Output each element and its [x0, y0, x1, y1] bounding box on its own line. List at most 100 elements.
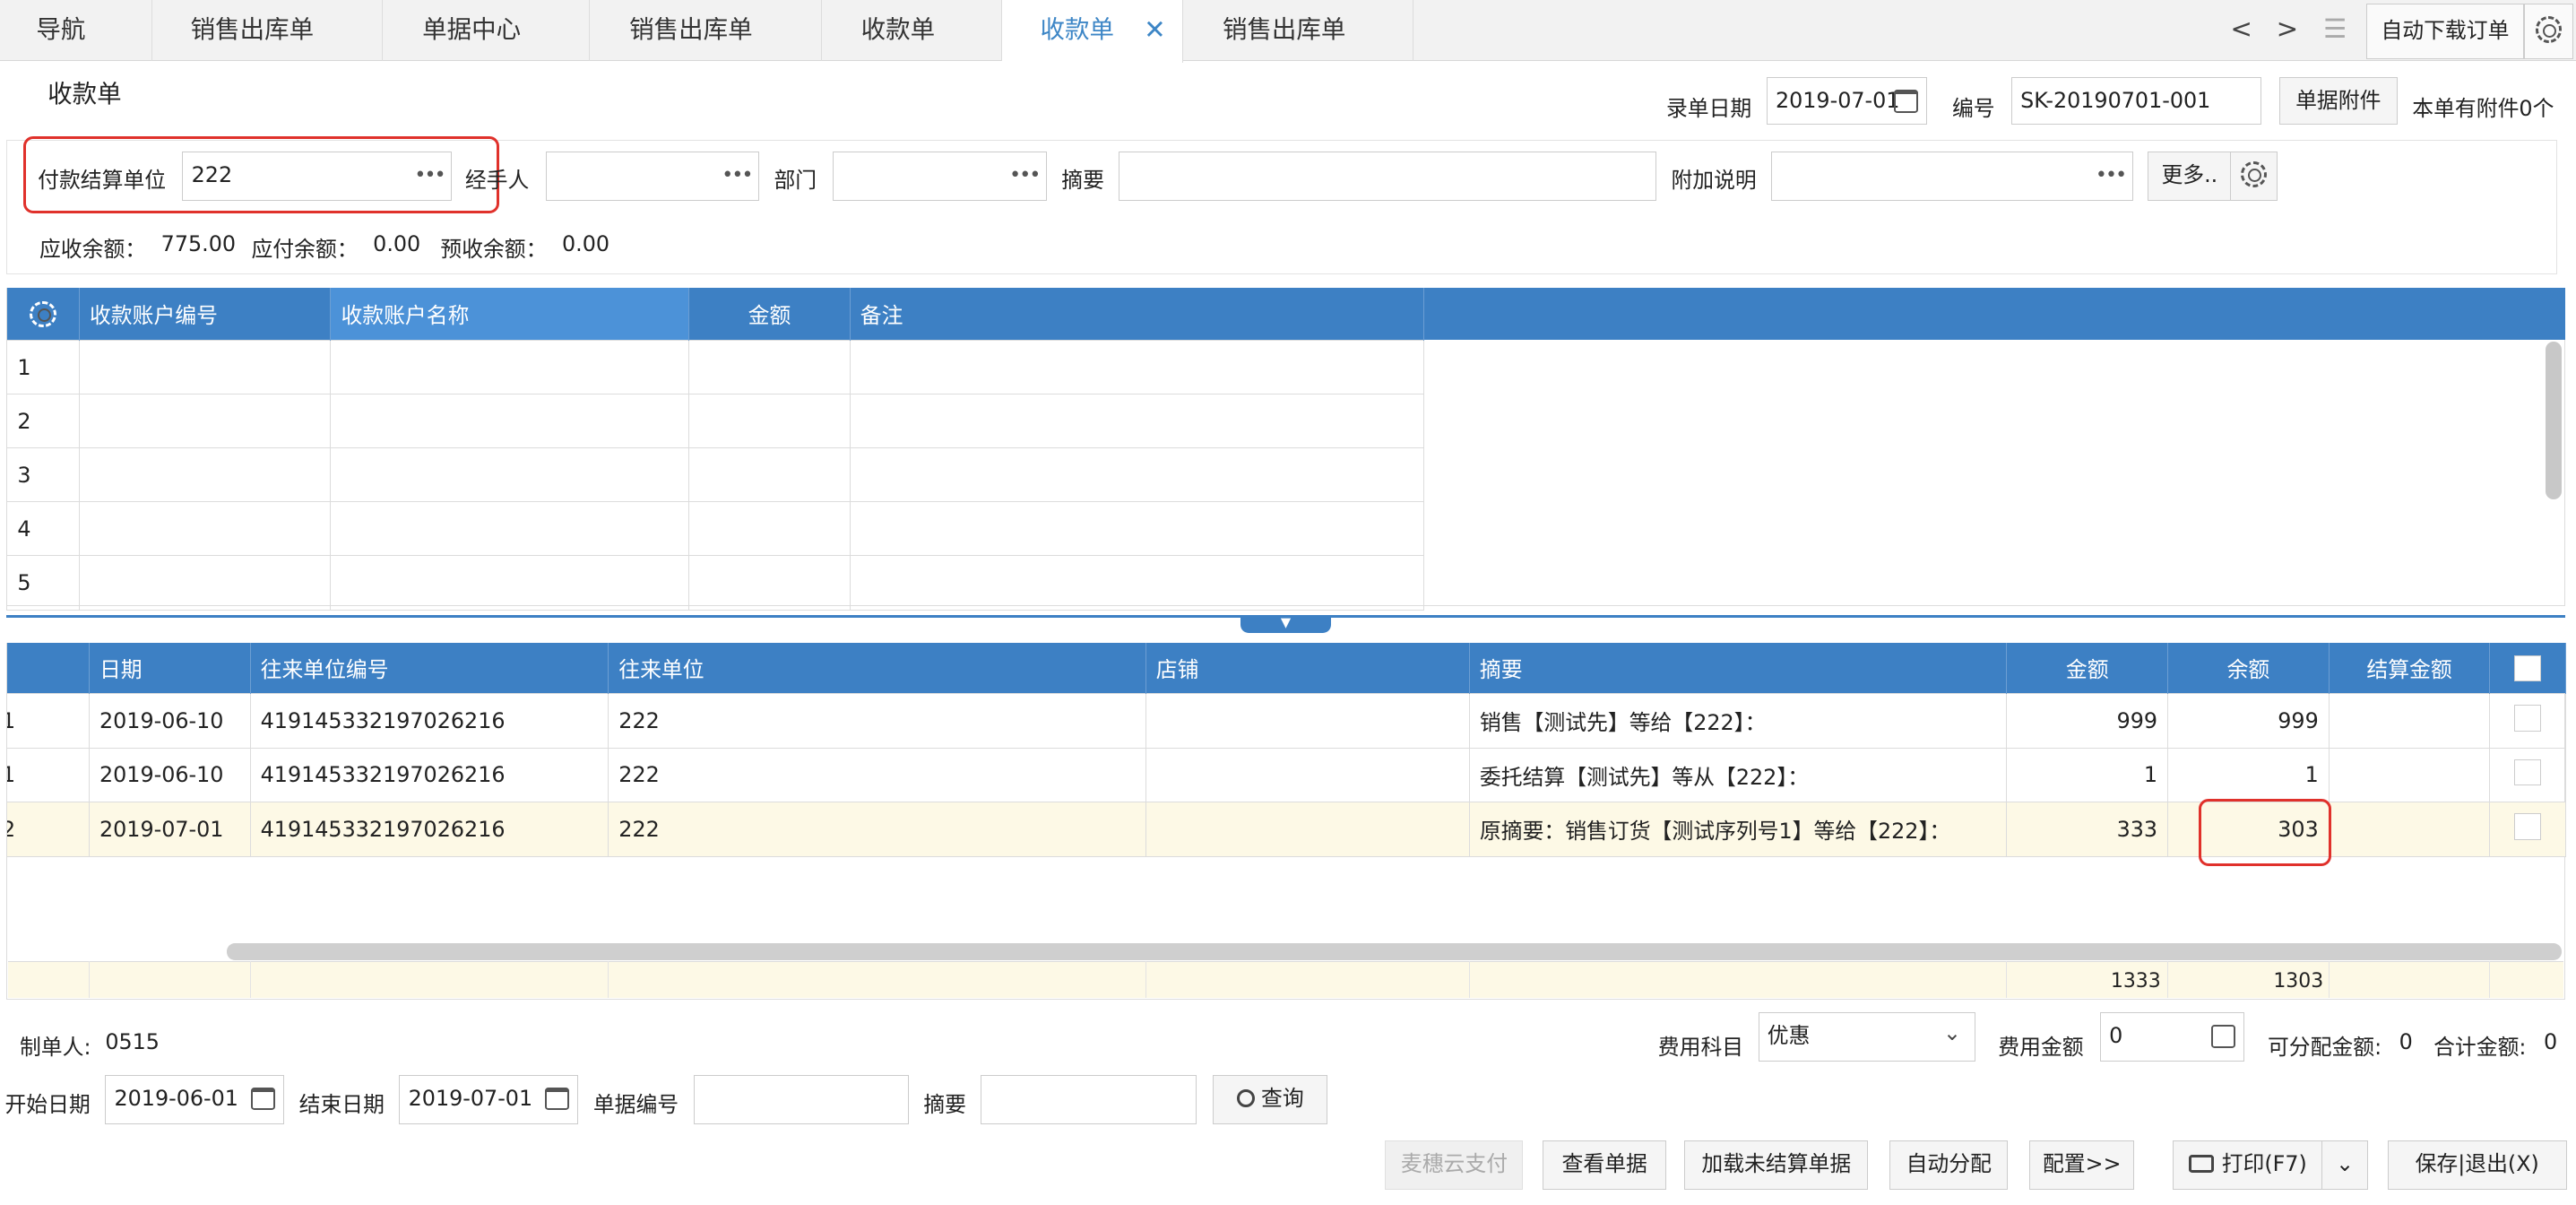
table-row[interactable]: 5 [6, 555, 1424, 611]
table-row[interactable]: 1 2019-06-10 419145332197026216 222 销售【测… [6, 693, 2566, 749]
table-row[interactable]: 3 [6, 447, 1424, 503]
col-summary[interactable]: 摘要 [1469, 642, 2008, 694]
bill-number-field[interactable] [693, 1074, 909, 1124]
view-bill-button[interactable]: 查看单据 [1543, 1140, 1666, 1191]
select-all-checkbox[interactable] [2489, 642, 2566, 694]
more-dots-icon[interactable]: ••• [2096, 152, 2127, 198]
row-checkbox[interactable] [2489, 802, 2566, 857]
load-unsettled-button[interactable]: 加载未结算单据 [1684, 1140, 1869, 1191]
col-amount[interactable]: 金额 [688, 287, 851, 341]
receivable-label: 应收余额： [39, 237, 147, 263]
col-unit-code[interactable]: 往来单位编号 [250, 642, 609, 694]
horizontal-scrollbar[interactable] [226, 943, 2563, 960]
end-date-field[interactable]: 2019-07-01 [399, 1074, 579, 1124]
cell-settle-amount[interactable] [2328, 802, 2491, 857]
printer-icon [2189, 1154, 2214, 1174]
number-label: 编号 [1951, 95, 1995, 121]
extra-field[interactable]: ••• [1771, 151, 2133, 201]
attachment-button[interactable]: 单据附件 [2278, 77, 2398, 126]
maker-value: 0515 [105, 1028, 160, 1054]
cell-unit: 222 [608, 802, 1146, 857]
prepaid-value: 0.00 [561, 231, 610, 257]
col-account-code[interactable]: 收款账户编号 [79, 287, 332, 341]
calculator-icon[interactable] [2210, 1025, 2236, 1048]
filter-summary-label: 摘要 [923, 1091, 966, 1117]
cell-settle-amount[interactable] [2328, 747, 2491, 803]
row-checkbox[interactable] [2489, 747, 2566, 803]
end-date-value: 2019-07-01 [408, 1085, 533, 1111]
tab-document-center[interactable]: 单据中心 [383, 0, 591, 61]
tab-sales-outbound-1[interactable]: 销售出库单 [152, 0, 384, 61]
table-row[interactable]: 1 [6, 339, 1424, 395]
row-index: 1 [6, 747, 90, 803]
row-number: 2 [6, 394, 80, 449]
maisui-pay-button[interactable]: 麦穗云支付 [1385, 1140, 1524, 1191]
payer-field[interactable]: 222 ••• [182, 151, 453, 201]
more-dots-icon[interactable]: ••• [722, 152, 753, 198]
tab-receipt-active[interactable]: 收款单 ✕ [1002, 0, 1183, 63]
col-shop[interactable]: 店铺 [1145, 642, 1470, 694]
table-row[interactable]: 4 [6, 501, 1424, 557]
date-field[interactable]: 2019-07-01 [1766, 77, 1928, 126]
dept-field[interactable]: ••• [833, 151, 1047, 201]
start-date-field[interactable]: 2019-06-01 [105, 1074, 285, 1124]
fee-subject-select[interactable]: 优惠 ⌄ [1758, 1012, 1975, 1062]
auto-download-orders-button[interactable]: 自动下载订单 [2365, 3, 2524, 59]
cell-summary: 原摘要：销售订货【测试序列号1】等给【222】： [1468, 802, 2008, 857]
table-row-selected[interactable]: 2 2019-07-01 419145332197026216 222 原摘要：… [6, 802, 2566, 857]
allocatable-value: 0 [2399, 1028, 2413, 1054]
print-options-button[interactable]: ⌄ [2321, 1140, 2368, 1191]
col-settle-amount[interactable]: 结算金额 [2329, 642, 2491, 694]
tab-list-icon[interactable]: ☰ [2313, 0, 2356, 61]
tab-sales-outbound-2[interactable]: 销售出库单 [590, 0, 822, 61]
grid-settings-button[interactable] [6, 287, 80, 341]
tab-receipt-1[interactable]: 收款单 [822, 0, 1003, 61]
auto-allocate-button[interactable]: 自动分配 [1889, 1140, 2009, 1191]
start-date-label: 开始日期 [4, 1091, 91, 1117]
chevron-down-icon[interactable]: ⌄ [1943, 1013, 1961, 1056]
save-exit-button[interactable]: 保存|退出(X) [2387, 1140, 2567, 1191]
config-button[interactable]: 配置>> [2029, 1140, 2135, 1191]
more-button[interactable]: 更多.. [2148, 151, 2232, 201]
table-row[interactable]: 2 [6, 394, 1424, 449]
print-button[interactable]: 打印(F7) [2172, 1140, 2324, 1191]
col-date[interactable]: 日期 [89, 642, 251, 694]
col-account-name[interactable]: 收款账户名称 [330, 287, 690, 341]
query-button[interactable]: 查询 [1212, 1074, 1328, 1124]
fee-amount-field[interactable]: 0 [2099, 1012, 2245, 1062]
receivable-value: 775.00 [160, 231, 237, 257]
vertical-scrollbar[interactable] [2545, 342, 2563, 500]
cell-settle-amount[interactable] [2328, 693, 2491, 749]
col-remark[interactable]: 备注 [850, 287, 1424, 341]
close-icon[interactable]: ✕ [1144, 0, 1166, 61]
col-unit[interactable]: 往来单位 [608, 642, 1146, 694]
collapse-icon[interactable]: ▼ [1240, 614, 1331, 633]
handler-field[interactable]: ••• [545, 151, 759, 201]
date-value: 2019-07-01 [1775, 88, 1900, 114]
calendar-icon[interactable] [1893, 89, 1919, 113]
cell-shop [1145, 693, 1470, 749]
col-balance[interactable]: 余额 [2167, 642, 2330, 694]
summary-field[interactable] [1119, 151, 1656, 201]
more-dots-icon[interactable]: ••• [1009, 152, 1041, 198]
cell-shop [1145, 802, 1470, 857]
tab-sales-outbound-3[interactable]: 销售出库单 [1183, 0, 1413, 61]
row-number: 3 [6, 447, 80, 503]
gear-icon [2240, 160, 2268, 187]
payable-label: 应付余额： [251, 237, 359, 263]
col-amount[interactable]: 金额 [2006, 642, 2169, 694]
tab-navigation[interactable]: 导航 [0, 0, 153, 61]
row-checkbox[interactable] [2489, 693, 2566, 749]
cell-amount: 999 [2006, 693, 2169, 749]
more-dots-icon[interactable]: ••• [414, 152, 445, 198]
calendar-icon[interactable] [250, 1087, 275, 1111]
prev-tab-icon[interactable]: < [2222, 0, 2261, 61]
summary-label: 摘要 [1061, 168, 1104, 194]
form-settings-button[interactable] [2229, 151, 2278, 201]
next-tab-icon[interactable]: > [2268, 0, 2307, 61]
table-row[interactable]: 1 2019-06-10 419145332197026216 222 委托结算… [6, 747, 2566, 803]
settings-button[interactable] [2523, 3, 2573, 59]
filter-summary-field[interactable] [981, 1074, 1197, 1124]
number-field[interactable]: SK-20190701-001 [2010, 77, 2261, 126]
calendar-icon[interactable] [544, 1087, 570, 1111]
